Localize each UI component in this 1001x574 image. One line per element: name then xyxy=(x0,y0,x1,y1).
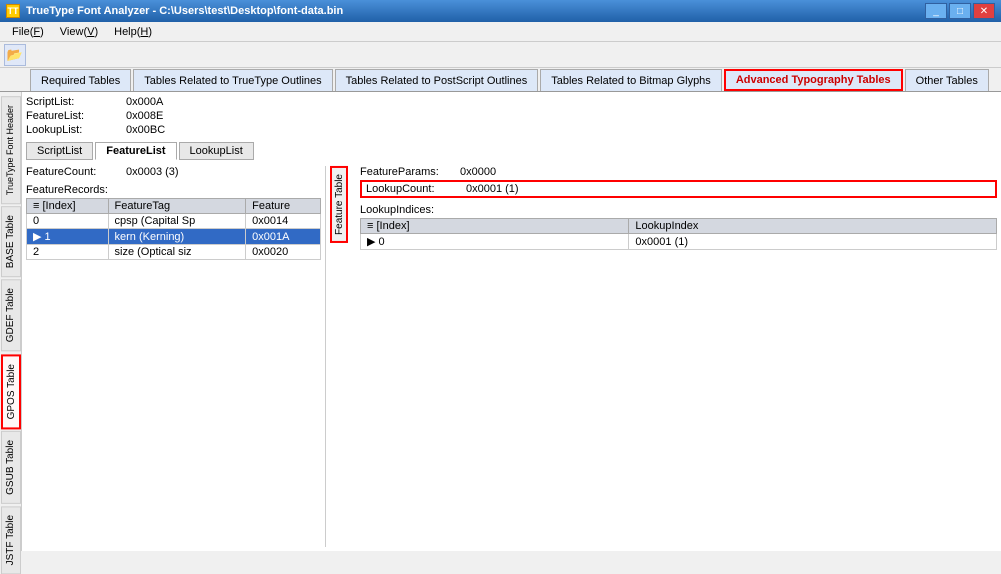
cell-feature-2: 0x0020 xyxy=(246,245,321,260)
feature-records-table: ≡ [Index] FeatureTag Feature 0 cpsp (Cap… xyxy=(26,198,321,260)
menu-bar: File(F) View(V) Help(H) xyxy=(0,22,1001,42)
cell-feature-selected: 0x001A xyxy=(246,229,321,245)
cell-index-2: 2 xyxy=(27,245,109,260)
lookup-count-value: 0x0001 (1) xyxy=(466,183,519,195)
menu-view[interactable]: View(V) xyxy=(52,24,106,40)
lookup-table-row[interactable]: ▶ 0 0x0001 (1) xyxy=(361,234,997,250)
subtab-scriptlist[interactable]: ScriptList xyxy=(26,142,93,160)
lookup-indices-label: LookupIndices: xyxy=(360,204,997,216)
cell-index-selected: ▶ 1 xyxy=(27,229,109,245)
feature-params-value: 0x0000 xyxy=(460,166,496,178)
menu-help[interactable]: Help(H) xyxy=(106,24,160,40)
tab-bitmap[interactable]: Tables Related to Bitmap Glyphs xyxy=(540,69,722,91)
main-tabs-row: Required Tables Tables Related to TrueTy… xyxy=(0,68,1001,92)
sub-tabs-row: ScriptList FeatureList LookupList xyxy=(26,142,997,160)
feature-table-vtab[interactable]: Feature Table xyxy=(330,166,348,243)
scriptlist-value: 0x000A xyxy=(126,96,163,108)
table-row[interactable]: 2 size (Optical siz 0x0020 xyxy=(27,245,321,260)
scriptlist-label: ScriptList: xyxy=(26,96,126,108)
open-file-button[interactable]: 📂 xyxy=(4,44,26,66)
window-title: TrueType Font Analyzer - C:\Users\test\D… xyxy=(26,5,343,17)
subtab-lookuplist[interactable]: LookupList xyxy=(179,142,254,160)
col-header-lookupindex: LookupIndex xyxy=(629,219,997,234)
lookuplist-label: LookupList: xyxy=(26,124,126,136)
tab-truetype[interactable]: Tables Related to TrueType Outlines xyxy=(133,69,332,91)
tab-other[interactable]: Other Tables xyxy=(905,69,989,91)
featurelist-value: 0x008E xyxy=(126,110,163,122)
cell-index: 0 xyxy=(27,214,109,229)
vtab-gdef[interactable]: GDEF Table xyxy=(1,279,21,351)
tab-required[interactable]: Required Tables xyxy=(30,69,131,91)
subtab-featurelist[interactable]: FeatureList xyxy=(95,142,176,160)
lookup-indices-table: ≡ [Index] LookupIndex ▶ 0 0x0001 (1) xyxy=(360,218,997,250)
col-header-feature: Feature xyxy=(246,199,321,214)
vertical-tabs: TrueType Font Header BASE Table GDEF Tab… xyxy=(0,92,22,551)
main-content: TrueType Font Header BASE Table GDEF Tab… xyxy=(0,92,1001,551)
maximize-button[interactable]: □ xyxy=(949,3,971,19)
vtab-jstf[interactable]: JSTF Table xyxy=(1,506,21,574)
feature-records-label: FeatureRecords: xyxy=(26,184,321,196)
col-header-index: ≡ [Index] xyxy=(27,199,109,214)
minimize-button[interactable]: _ xyxy=(925,3,947,19)
tab-postscript[interactable]: Tables Related to PostScript Outlines xyxy=(335,69,539,91)
cell-feature: 0x0014 xyxy=(246,214,321,229)
table-row[interactable]: 0 cpsp (Capital Sp 0x0014 xyxy=(27,214,321,229)
feature-count-label: FeatureCount: xyxy=(26,166,126,178)
left-pane: FeatureCount: 0x0003 (3) FeatureRecords:… xyxy=(26,166,326,547)
tab-advanced[interactable]: Advanced Typography Tables xyxy=(724,69,903,91)
vtab-base[interactable]: BASE Table xyxy=(1,206,21,277)
close-button[interactable]: ✕ xyxy=(973,3,995,19)
lookuplist-value: 0x00BC xyxy=(126,124,165,136)
cell-tag-2: size (Optical siz xyxy=(108,245,246,260)
table-row[interactable]: ▶ 1 kern (Kerning) 0x001A xyxy=(27,229,321,245)
col-header-featuretag: FeatureTag xyxy=(108,199,246,214)
app-icon: TT xyxy=(6,4,20,18)
vtab-gpos[interactable]: GPOS Table xyxy=(1,354,21,429)
vtab-ttfh[interactable]: TrueType Font Header xyxy=(1,96,21,204)
lookup-cell-value: 0x0001 (1) xyxy=(629,234,997,250)
content-area: ScriptList: 0x000A FeatureList: 0x008E L… xyxy=(22,92,1001,551)
feature-count-value: 0x0003 (3) xyxy=(126,166,179,178)
title-bar: TT TrueType Font Analyzer - C:\Users\tes… xyxy=(0,0,1001,22)
featurelist-label: FeatureList: xyxy=(26,110,126,122)
lookup-count-label: LookupCount: xyxy=(366,183,466,195)
cell-tag-selected: kern (Kerning) xyxy=(108,229,246,245)
lookup-cell-index: ▶ 0 xyxy=(361,234,629,250)
menu-file[interactable]: File(F) xyxy=(4,24,52,40)
feature-params-label: FeatureParams: xyxy=(360,166,460,178)
cell-tag: cpsp (Capital Sp xyxy=(108,214,246,229)
right-pane: FeatureParams: 0x0000 LookupCount: 0x000… xyxy=(352,166,997,547)
toolbar: 📂 xyxy=(0,42,1001,68)
col-header-index2: ≡ [Index] xyxy=(361,219,629,234)
vtab-gsub[interactable]: GSUB Table xyxy=(1,431,21,504)
